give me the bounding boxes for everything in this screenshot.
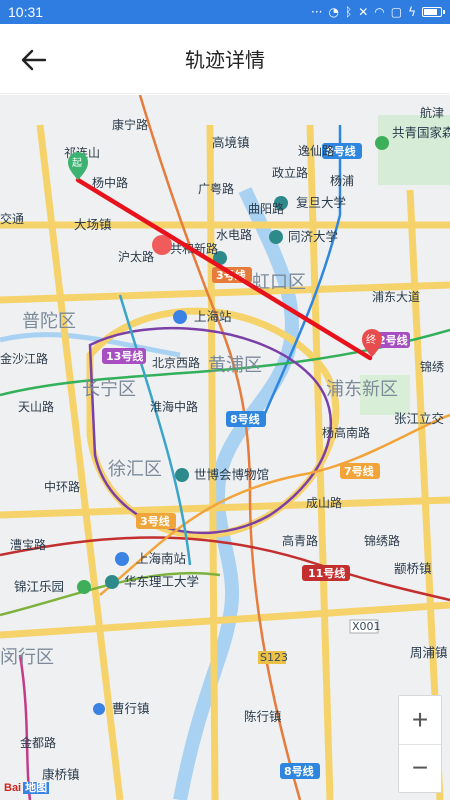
svg-text:杨中路: 杨中路: [92, 175, 128, 190]
poi-label: 上海南站: [136, 551, 186, 566]
svg-text:北京西路: 北京西路: [152, 355, 200, 370]
poi-label: 张江立交: [394, 411, 444, 426]
metro-label: 11号线: [308, 566, 345, 580]
metro-label: 2号线: [378, 333, 408, 347]
svg-text:中环路: 中环路: [44, 479, 80, 494]
park-icon: [375, 136, 389, 150]
svg-text:金沙江路: 金沙江路: [0, 351, 48, 366]
status-bar: 10:31 ··· ◔ ᛒ ✕ ◠ ▢ ϟ: [0, 0, 450, 24]
svg-text:水电路: 水电路: [216, 227, 252, 242]
no-sim-icon: ▢: [390, 5, 403, 19]
svg-text:锦绣路: 锦绣路: [364, 533, 400, 548]
bluetooth-icon: ᛒ: [344, 5, 353, 19]
map-view[interactable]: 8号线 3号线 13号线 8号线 7号线 3号线 11号线 2号线 8号线 X0…: [0, 95, 450, 800]
zoom-in-button[interactable]: +: [399, 696, 441, 744]
svg-text:广粤路: 广粤路: [198, 181, 234, 196]
svg-text:杨浦: 杨浦: [330, 173, 354, 188]
zoom-out-button[interactable]: −: [399, 745, 441, 793]
baidu-map-logo: Bai 地图: [4, 782, 50, 794]
metro-label: 13号线: [106, 349, 143, 363]
svg-text:曲阳路: 曲阳路: [248, 201, 284, 216]
district-label: 浦东新区: [326, 379, 398, 400]
svg-text:成山路: 成山路: [306, 495, 342, 510]
alarm-icon: ◔: [328, 5, 339, 19]
zoom-control: + −: [398, 695, 442, 793]
wifi-icon: ◠: [374, 5, 385, 19]
district-label: 徐汇区: [108, 459, 162, 480]
svg-text:航津: 航津: [420, 105, 444, 120]
poi-label: 周浦镇: [410, 645, 448, 660]
poi-label: 同济大学: [288, 229, 338, 244]
highway-label: S123: [260, 651, 288, 664]
svg-text:沪太路: 沪太路: [118, 249, 154, 264]
district-label: 普陀区: [22, 311, 76, 332]
svg-text:淮海中路: 淮海中路: [150, 399, 198, 414]
metro-label: 3号线: [140, 514, 170, 528]
svg-text:杨高南路: 杨高南路: [322, 425, 370, 440]
svg-text:天山路: 天山路: [18, 399, 54, 414]
svg-text:漕宝路: 漕宝路: [10, 537, 46, 552]
svg-text:交通: 交通: [0, 211, 24, 226]
poi-label: 复旦大学: [296, 195, 346, 210]
svg-text:逸仙路: 逸仙路: [298, 143, 334, 158]
poi-label: 曹行镇: [112, 701, 150, 716]
district-label: 长宁区: [82, 379, 136, 400]
train-station-icon: [173, 310, 187, 324]
map-canvas[interactable]: 8号线 3号线 13号线 8号线 7号线 3号线 11号线 2号线 8号线 X0…: [0, 95, 450, 800]
charging-icon: ϟ: [408, 5, 416, 19]
svg-text:金都路: 金都路: [20, 735, 56, 750]
highway-label: X001: [352, 620, 381, 633]
battery-icon: [422, 7, 445, 17]
page-title: 轨迹详情: [185, 48, 265, 72]
svg-text:高青路: 高青路: [282, 533, 318, 548]
start-marker-label: 起: [72, 157, 82, 169]
district-label: 黄浦区: [208, 355, 262, 376]
district-label: 闵行区: [0, 647, 54, 668]
app-header: 轨迹详情: [0, 24, 450, 94]
more-icon: ···: [311, 5, 323, 19]
end-marker-label: 终: [366, 333, 376, 346]
metro-label: 8号线: [284, 764, 314, 778]
poi-label: 大场镇: [74, 217, 112, 232]
school-icon: [105, 575, 119, 589]
status-time: 10:31: [8, 4, 44, 20]
svg-text:锦绣: 锦绣: [420, 360, 444, 374]
park-icon: [77, 580, 91, 594]
mute-icon: ✕: [358, 5, 369, 19]
school-icon: [269, 230, 283, 244]
metro-label: 7号线: [344, 464, 374, 478]
svg-text:政立路: 政立路: [272, 165, 308, 180]
start-marker[interactable]: 起: [68, 152, 88, 180]
poi-label: 华东理工大学: [124, 574, 199, 589]
poi-label: 颛桥镇: [394, 561, 432, 576]
poi-label: 锦江乐园: [14, 579, 64, 594]
status-icons: ··· ◔ ᛒ ✕ ◠ ▢ ϟ: [311, 5, 445, 19]
poi-label: 上海站: [194, 309, 232, 324]
arrow-left-icon: [21, 49, 47, 71]
poi-label: 陈行镇: [244, 709, 282, 724]
metro-label: 8号线: [230, 412, 260, 426]
location-dot-icon: [93, 703, 105, 715]
back-button[interactable]: [16, 42, 52, 78]
train-station-icon: [115, 552, 129, 566]
svg-text:浦东大道: 浦东大道: [372, 290, 420, 304]
svg-text:康宁路: 康宁路: [112, 117, 148, 132]
poi-label: 共青国家森林公园: [392, 125, 450, 140]
poi-label: 世博会博物馆: [194, 467, 269, 482]
mid-marker[interactable]: [152, 235, 172, 255]
museum-icon: [175, 468, 189, 482]
poi-label: 高境镇: [212, 135, 250, 150]
